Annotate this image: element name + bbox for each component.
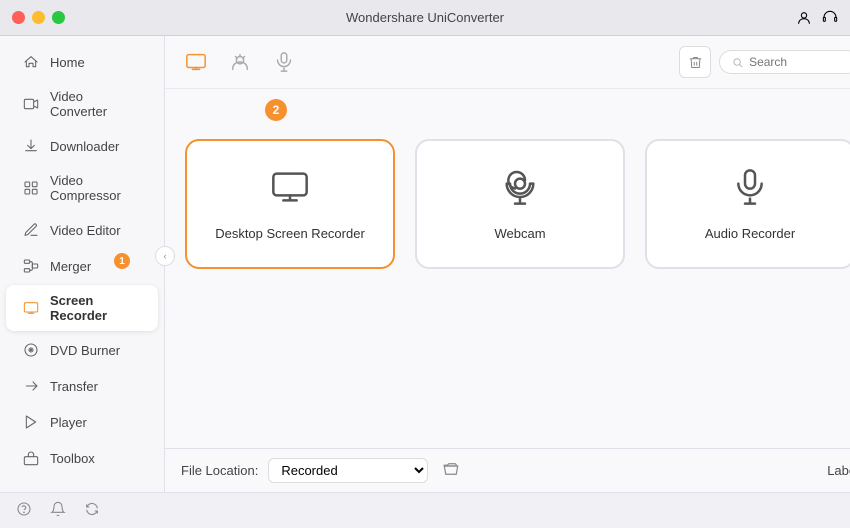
minimize-button[interactable]	[32, 11, 45, 24]
toolbox-icon	[22, 449, 40, 467]
help-icon[interactable]	[16, 501, 32, 520]
sidebar-label-home: Home	[50, 55, 85, 70]
titlebar-user-icons	[796, 10, 838, 26]
toolbar-tabs	[181, 47, 667, 77]
webcam-label: Webcam	[494, 226, 545, 241]
sidebar-item-player[interactable]: Player	[6, 405, 158, 439]
search-box	[719, 50, 850, 74]
sidebar-item-home[interactable]: Home	[6, 45, 158, 79]
user-icon[interactable]	[796, 10, 812, 26]
sidebar-item-downloader[interactable]: Downloader	[6, 129, 158, 163]
sidebar-label-player: Player	[50, 415, 87, 430]
merger-badge: 1	[114, 253, 130, 269]
sidebar-label-toolbox: Toolbox	[50, 451, 95, 466]
sidebar-label-video-editor: Video Editor	[50, 223, 121, 238]
downloader-icon	[22, 137, 40, 155]
recorder-card-audio[interactable]: Audio Recorder	[645, 139, 850, 269]
delete-button[interactable]	[679, 46, 711, 78]
file-location-select[interactable]: Recorded	[268, 458, 428, 483]
transfer-icon	[22, 377, 40, 395]
titlebar: Wondershare UniConverter	[0, 0, 850, 36]
sidebar-item-transfer[interactable]: Transfer	[6, 369, 158, 403]
bottom-bar: File Location: Recorded Label	[165, 448, 850, 492]
sidebar-label-screen-recorder: Screen Recorder	[50, 293, 142, 323]
home-icon	[22, 53, 40, 71]
video-converter-icon	[22, 95, 40, 113]
main-content: 2 Desktop Screen Recorder	[165, 36, 850, 492]
file-location-label: File Location:	[181, 463, 258, 478]
toolbar	[165, 36, 850, 89]
sidebar-item-merger[interactable]: Merger 1	[6, 249, 158, 283]
sidebar-label-video-compressor: Video Compressor	[50, 173, 142, 203]
webcam-card-icon	[500, 167, 540, 214]
screen-recorder-icon	[22, 299, 40, 317]
support-icon[interactable]	[822, 10, 838, 26]
sidebar: Home Video Converter Downloader Video Co…	[0, 36, 165, 492]
bell-icon[interactable]	[50, 501, 66, 520]
sidebar-item-video-compressor[interactable]: Video Compressor	[6, 165, 158, 211]
sidebar-item-video-converter[interactable]: Video Converter	[6, 81, 158, 127]
maximize-button[interactable]	[52, 11, 65, 24]
step-badge-2: 2	[265, 99, 287, 121]
player-icon	[22, 413, 40, 431]
toolbar-right	[679, 46, 850, 78]
close-button[interactable]	[12, 11, 25, 24]
sidebar-item-screen-recorder[interactable]: Screen Recorder	[6, 285, 158, 331]
content-area: 2 Desktop Screen Recorder	[165, 89, 850, 448]
search-input[interactable]	[749, 55, 846, 69]
search-icon	[732, 56, 743, 69]
app-body: Home Video Converter Downloader Video Co…	[0, 36, 850, 492]
recorder-cards: Desktop Screen Recorder Webcam	[185, 139, 850, 269]
sidebar-label-dvd-burner: DVD Burner	[50, 343, 120, 358]
app-title: Wondershare UniConverter	[346, 10, 504, 25]
sidebar-item-dvd-burner[interactable]: DVD Burner	[6, 333, 158, 367]
audio-recorder-label: Audio Recorder	[705, 226, 795, 241]
label-button[interactable]: Label	[827, 463, 850, 478]
merger-icon	[22, 257, 40, 275]
tab-screen-recorder[interactable]	[181, 47, 211, 77]
window-controls	[12, 11, 65, 24]
tab-audio-recorder[interactable]	[269, 47, 299, 77]
sidebar-collapse-button[interactable]: ‹	[155, 246, 175, 266]
recorder-card-webcam[interactable]: Webcam	[415, 139, 625, 269]
video-editor-icon	[22, 221, 40, 239]
recorder-card-desktop[interactable]: Desktop Screen Recorder	[185, 139, 395, 269]
sync-icon[interactable]	[84, 501, 100, 520]
desktop-screen-recorder-label: Desktop Screen Recorder	[215, 226, 365, 241]
sidebar-label-video-converter: Video Converter	[50, 89, 142, 119]
desktop-screen-recorder-icon	[270, 167, 310, 214]
sidebar-label-downloader: Downloader	[50, 139, 119, 154]
sidebar-label-merger: Merger	[50, 259, 91, 274]
tab-webcam[interactable]	[225, 47, 255, 77]
statusbar	[0, 492, 850, 528]
sidebar-item-toolbox[interactable]: Toolbox	[6, 441, 158, 475]
audio-recorder-card-icon	[730, 167, 770, 214]
compressor-icon	[22, 179, 40, 197]
dvd-burner-icon	[22, 341, 40, 359]
folder-open-icon[interactable]	[442, 460, 460, 482]
sidebar-label-transfer: Transfer	[50, 379, 98, 394]
sidebar-item-video-editor[interactable]: Video Editor	[6, 213, 158, 247]
